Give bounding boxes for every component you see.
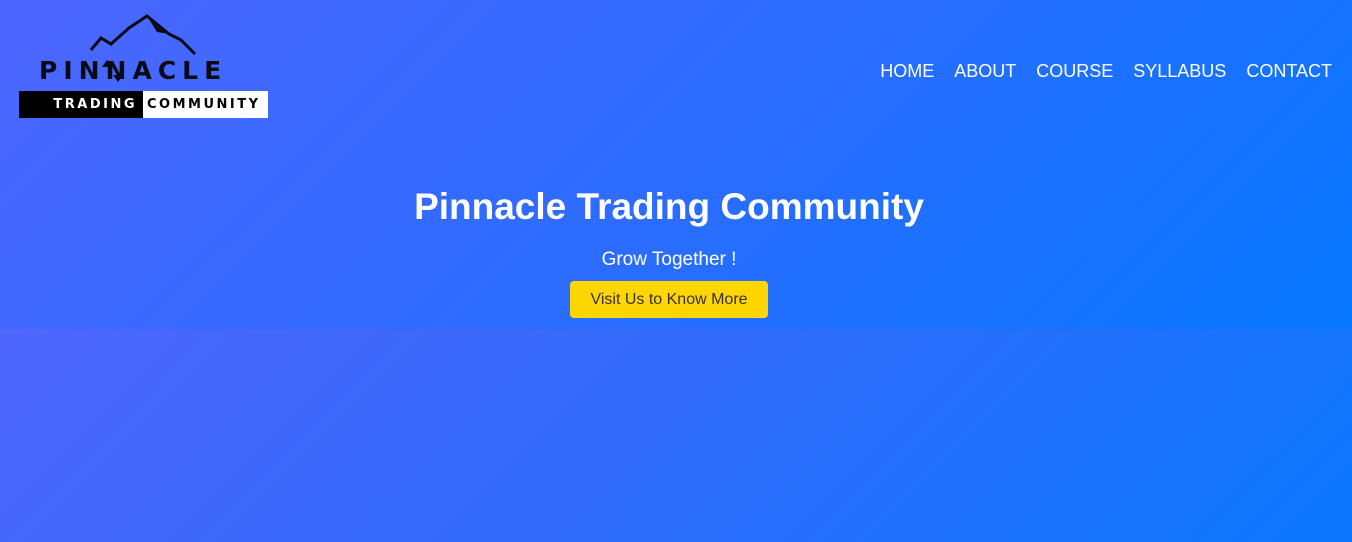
nav-syllabus-link[interactable]: SYLLABUS [1133, 60, 1226, 82]
nav-course-link[interactable]: COURSE [1036, 60, 1113, 82]
main-nav: HOME ABOUT COURSE SYLLABUS CONTACT [880, 60, 1332, 82]
hero-title: Pinnacle Trading Community [414, 186, 924, 227]
visit-us-button[interactable]: Visit Us to Know More [570, 281, 768, 318]
logo-tagline-left: TRADING [19, 91, 143, 118]
site-logo[interactable]: PINNACLE TRADING COMMUNITY [19, 14, 268, 119]
logo-tagline: TRADING COMMUNITY [19, 91, 268, 118]
logo-wordmark: PINNACLE [39, 56, 228, 85]
nav-about-link[interactable]: ABOUT [954, 60, 1016, 82]
hero-subtitle: Grow Together ! [601, 249, 737, 270]
content-section [0, 329, 1352, 542]
logo-tagline-right: COMMUNITY [143, 91, 268, 118]
nav-home-link[interactable]: HOME [880, 60, 934, 82]
nav-contact-link[interactable]: CONTACT [1246, 60, 1332, 82]
